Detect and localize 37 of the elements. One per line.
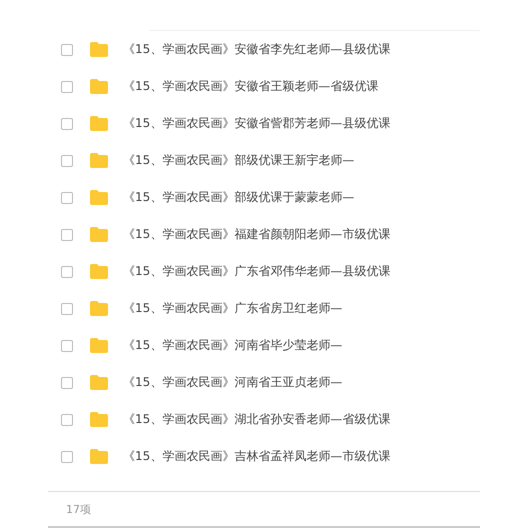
folder-icon: [89, 448, 109, 465]
file-name[interactable]: 《15、学画农民画》河南省王亚贞老师—: [123, 374, 342, 391]
checkbox[interactable]: [61, 228, 73, 240]
checkbox[interactable]: [61, 266, 73, 278]
file-name[interactable]: 《15、学画农民画》福建省颜朝阳老师—市级优课: [123, 226, 390, 243]
folder-icon: [89, 337, 109, 354]
file-name[interactable]: 《15、学画农民画》广东省房卫红老师—: [123, 300, 342, 317]
checkbox[interactable]: [61, 376, 73, 388]
file-name[interactable]: 《15、学画农民画》部级优课于蒙蒙老师—: [123, 189, 354, 206]
folder-icon: [89, 41, 109, 58]
file-name[interactable]: 《15、学画农民画》广东省邓伟华老师—县级优课: [123, 263, 390, 280]
file-name[interactable]: 《15、学画农民画》安徽省李先红老师—县级优课: [123, 41, 390, 58]
checkbox[interactable]: [61, 80, 73, 92]
folder-icon: [89, 374, 109, 391]
folder-icon: [89, 300, 109, 317]
checkbox[interactable]: [61, 302, 73, 314]
checkbox[interactable]: [61, 44, 73, 56]
folder-icon: [89, 263, 109, 280]
file-name[interactable]: 《15、学画农民画》安徽省訾郡芳老师—县级优课: [123, 115, 390, 132]
file-name[interactable]: 《15、学画农民画》安徽省王颖老师—省级优课: [123, 78, 378, 95]
item-count: 17项: [66, 502, 91, 516]
checkbox[interactable]: [61, 192, 73, 204]
folder-icon: [89, 115, 109, 132]
checkbox[interactable]: [61, 414, 73, 426]
folder-icon: [89, 189, 109, 206]
file-name[interactable]: 《15、学画农民画》部级优课王新宇老师—: [123, 152, 354, 169]
checkbox[interactable]: [61, 450, 73, 462]
folder-icon: [89, 152, 109, 169]
file-name[interactable]: 《15、学画农民画》河南省毕少莹老师—: [123, 337, 342, 354]
folder-icon: [89, 78, 109, 95]
folder-icon: [89, 411, 109, 428]
checkbox[interactable]: [61, 340, 73, 352]
file-name[interactable]: 《15、学画农民画》湖北省孙安香老师—省级优课: [123, 411, 390, 428]
checkbox[interactable]: [61, 118, 73, 130]
checkbox[interactable]: [61, 154, 73, 166]
folder-icon: [89, 226, 109, 243]
file-name[interactable]: 《15、学画农民画》吉林省孟祥凤老师—市级优课: [123, 448, 390, 465]
